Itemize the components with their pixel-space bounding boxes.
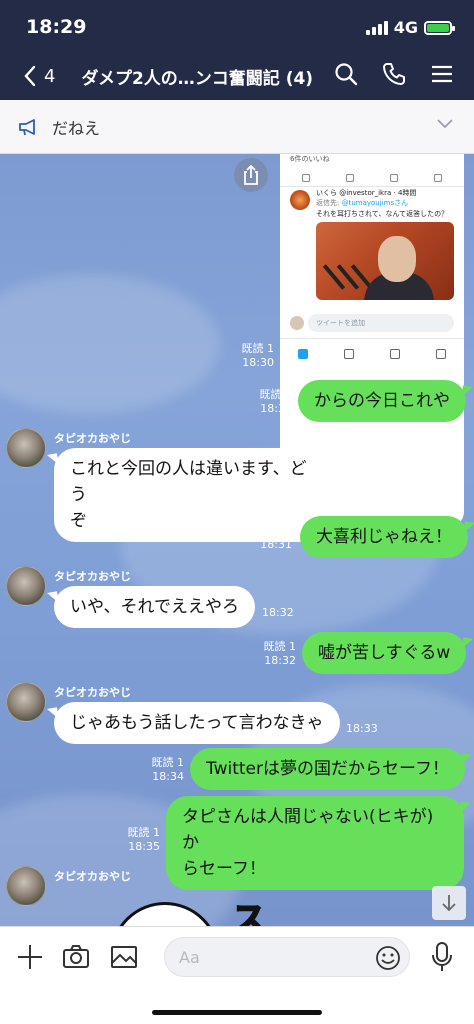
network-label: 4G <box>393 18 418 37</box>
status-indicators: 4G <box>365 18 455 37</box>
message-meta: 既読 1 18:30 <box>241 342 275 369</box>
chat-area[interactable]: 6件のいいね いくら @investor_ikra · 4時間 返信先: @tu… <box>0 154 474 926</box>
message-bubble[interactable]: 大喜利じゃねえ！ <box>300 516 468 558</box>
signal-icon <box>365 20 388 35</box>
chevron-down-icon[interactable] <box>436 118 454 130</box>
arrow-down-icon <box>442 895 456 912</box>
tweet-tabbar <box>280 338 464 368</box>
camera-icon[interactable] <box>62 943 90 971</box>
tweet-reply-to: 返信先: @tumayoujimsさん <box>316 199 409 207</box>
message-time: 18:33 <box>346 722 378 735</box>
top-bar: 18:29 4G 4 ダメプ2人の…ンコ奮闘記 (4) <box>0 0 474 100</box>
sender-name: タピオカおやじ <box>54 870 131 883</box>
message-bubble[interactable]: 嘘が苦しすぐるw <box>302 632 467 674</box>
message-bubble[interactable]: いや、それでええやろ <box>54 586 255 628</box>
message-meta: 既読 1 18:32 <box>263 640 297 667</box>
scroll-to-bottom-button[interactable] <box>432 886 466 920</box>
tweet-reply-placeholder: ツイートを追加 <box>308 314 454 332</box>
sender-name: タピオカおやじ <box>54 570 131 583</box>
message-meta: 既読 1 18:30 <box>259 388 293 415</box>
announcement-text: だねえ <box>52 118 101 138</box>
status-time: 18:29 <box>26 16 87 38</box>
message-bubble[interactable]: Twitterは夢の国だからセーフ！ <box>190 748 465 790</box>
message-bubble[interactable]: タピさんは人間じゃない(ヒキが)か らセーフ！ <box>166 796 464 890</box>
tweet-avatar <box>290 190 310 210</box>
tweet-body: それを耳打ちされて、なんて返答したの？ <box>316 210 449 218</box>
message-field[interactable] <box>164 937 410 977</box>
announcement-bar[interactable]: だねえ <box>0 100 474 154</box>
tweet-likes: 6件のいいね <box>290 155 330 163</box>
chat-title[interactable]: ダメプ2人の…ンコ奮闘記 (4) <box>81 64 313 89</box>
battery-icon <box>424 20 455 35</box>
tweet-photo <box>316 222 454 300</box>
sender-name: タピオカおやじ <box>54 686 131 699</box>
plus-icon[interactable] <box>16 943 44 971</box>
back-count: 4 <box>44 65 56 87</box>
share-button[interactable] <box>234 158 268 192</box>
microphone-icon[interactable] <box>430 941 454 973</box>
share-icon <box>244 165 258 185</box>
phone-icon[interactable] <box>382 62 406 86</box>
avatar[interactable] <box>6 428 46 468</box>
message-time: 18:31 <box>346 490 378 503</box>
message-meta: 既読 1 18:34 <box>151 756 185 783</box>
message-bubble[interactable]: これと今回の人は違います、どうぞ <box>54 448 338 542</box>
message-bubble[interactable]: じゃあもう話したって言わなきゃ <box>54 702 340 744</box>
menu-icon[interactable] <box>430 62 454 86</box>
image-icon[interactable] <box>110 943 138 971</box>
megaphone-icon <box>19 118 35 135</box>
back-button[interactable]: 4 <box>24 65 55 87</box>
chevron-left-icon <box>24 65 36 87</box>
emoji-icon[interactable] <box>375 945 401 971</box>
message-bubble[interactable]: からの今日これや <box>298 380 466 422</box>
sender-name: タピオカおやじ <box>54 432 131 445</box>
sticker-text: ス <box>231 899 267 926</box>
avatar[interactable] <box>6 866 46 906</box>
message-input[interactable] <box>179 938 359 976</box>
chat-header: 4 ダメプ2人の…ンコ奮闘記 (4) <box>0 56 474 96</box>
tweet-action-icons <box>302 174 442 182</box>
tweet-author: いくら @investor_ikra · 4時間 <box>316 189 417 197</box>
message-time: 18:32 <box>262 606 294 619</box>
search-icon[interactable] <box>334 62 358 86</box>
message-meta: 既読 1 18:35 <box>127 826 161 853</box>
message-meta: 既読 1 18:31 <box>259 524 293 551</box>
tweet-reply-box: ツイートを追加 <box>290 314 454 332</box>
header-actions <box>334 62 454 86</box>
avatar[interactable] <box>6 682 46 722</box>
home-indicator <box>152 1010 322 1015</box>
avatar[interactable] <box>6 566 46 606</box>
